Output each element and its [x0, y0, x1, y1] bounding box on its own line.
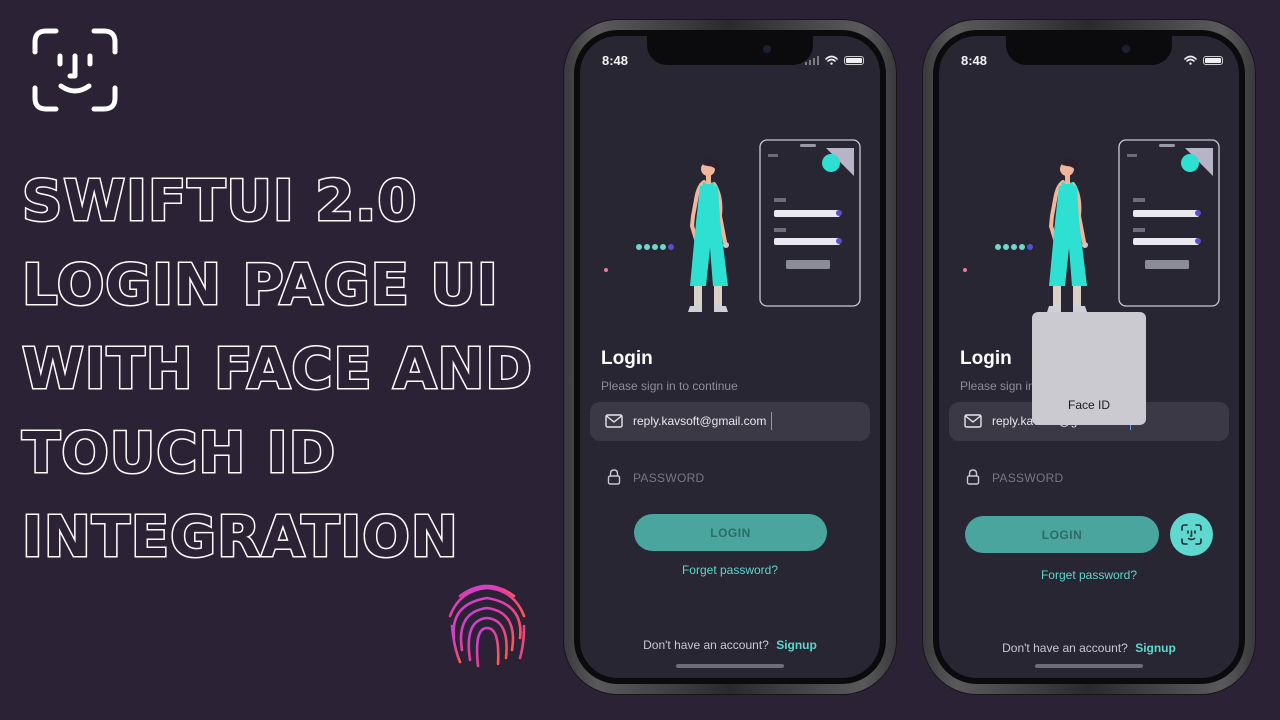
- headline-line-1: SwiftUI 2.0: [21, 168, 418, 236]
- phone-login-faceid: 8:48 Login Please sign in to continue PA…: [923, 20, 1255, 694]
- camera: [763, 45, 771, 53]
- signup-link[interactable]: Signup: [1135, 641, 1176, 655]
- signup-link[interactable]: Signup: [776, 638, 817, 652]
- login-button[interactable]: LOGIN: [634, 514, 827, 551]
- status-icons: [805, 55, 864, 65]
- signup-row: Don't have an account? Signup: [580, 638, 880, 652]
- face-id-icon: [1181, 524, 1202, 545]
- mail-icon: [605, 414, 623, 428]
- home-indicator: [676, 664, 784, 668]
- status-icons: [1184, 55, 1223, 65]
- headline-line-5: Integration: [21, 504, 460, 572]
- login-illustration: [604, 139, 861, 312]
- camera: [1122, 45, 1130, 53]
- password-field[interactable]: PASSWORD: [590, 458, 870, 497]
- lock-icon: [966, 469, 980, 485]
- login-button[interactable]: LOGIN: [965, 516, 1159, 553]
- notch: [647, 36, 813, 65]
- notch: [1006, 36, 1172, 65]
- phone-screen: 8:48: [574, 30, 886, 684]
- home-indicator: [1035, 664, 1143, 668]
- headline: SwiftUI 2.0 Login Page UI With Face And …: [21, 160, 534, 580]
- forgot-password-link[interactable]: Forget password?: [580, 563, 880, 577]
- status-time: 8:48: [602, 53, 629, 68]
- login-title: Login: [601, 348, 653, 369]
- fingerprint-icon: [448, 584, 526, 670]
- wifi-icon: [825, 55, 838, 65]
- faceid-button[interactable]: [1170, 513, 1213, 556]
- wifi-icon: [1184, 55, 1197, 65]
- lock-icon: [607, 469, 621, 485]
- battery-icon: [844, 55, 864, 65]
- battery-icon: [1203, 55, 1223, 65]
- password-field[interactable]: PASSWORD: [949, 458, 1229, 497]
- headline-line-2: Login Page UI: [21, 252, 500, 320]
- mail-icon: [964, 414, 982, 428]
- password-placeholder: PASSWORD: [992, 471, 1064, 485]
- face-id-icon: [32, 28, 118, 112]
- status-time: 8:48: [961, 53, 988, 68]
- email-field[interactable]: reply.kavsoft@gmail.com: [590, 402, 870, 441]
- signup-prompt: Don't have an account?: [1002, 641, 1128, 655]
- phone-screen: 8:48: [933, 30, 1245, 684]
- login-illustration: [963, 139, 1220, 312]
- login-title: Login: [960, 348, 1012, 369]
- text-caret: [771, 412, 772, 430]
- login-subtitle: Please sign in to continue: [601, 379, 738, 393]
- forgot-password-link[interactable]: Forget password?: [939, 568, 1239, 582]
- headline-line-4: Touch ID: [21, 420, 337, 488]
- faceid-overlay-label: Face ID: [1067, 398, 1110, 412]
- headline-line-3: With Face And: [21, 336, 534, 404]
- faceid-overlay: Face ID: [1032, 312, 1146, 425]
- password-placeholder: PASSWORD: [633, 471, 705, 485]
- signup-row: Don't have an account? Signup: [939, 641, 1239, 655]
- signal-icon: [805, 55, 819, 65]
- phone-login: 8:48 Login Please sign in to continue re…: [564, 20, 896, 694]
- signup-prompt: Don't have an account?: [643, 638, 769, 652]
- email-value[interactable]: reply.kavsoft@gmail.com: [633, 414, 766, 428]
